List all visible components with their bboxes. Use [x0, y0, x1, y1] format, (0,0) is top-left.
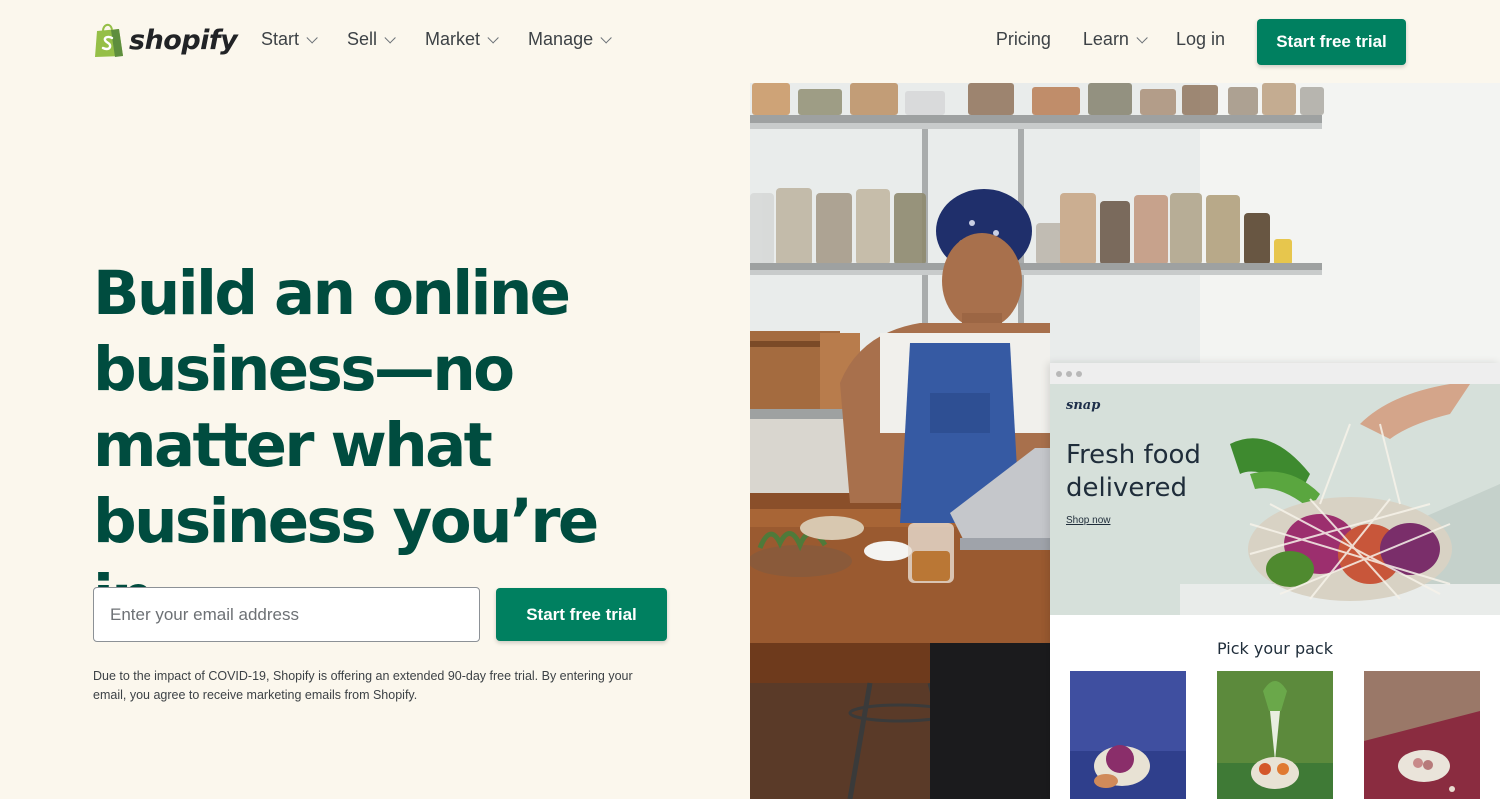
- browser-bar: [1050, 363, 1500, 384]
- headline-line-3: matter what: [93, 410, 493, 481]
- banner-heading: Fresh food delivered: [1066, 439, 1201, 505]
- window-dot-icon: [1076, 370, 1082, 377]
- nav-learn-label: Learn: [1082, 29, 1129, 49]
- logo-wordmark: shopify: [129, 24, 238, 56]
- nav-start-label: Start: [261, 29, 300, 49]
- store-preview-window: snap Fresh food delivered Shop now Pick …: [1050, 363, 1500, 799]
- chevron-down-icon: [600, 31, 612, 44]
- chevron-down-icon: [1136, 31, 1148, 44]
- chevron-down-icon: [306, 31, 318, 44]
- nav-sell[interactable]: Sell: [347, 29, 396, 50]
- shopify-logo[interactable]: shopify: [93, 22, 238, 58]
- covid-disclaimer: Due to the impact of COVID-19, Shopify i…: [93, 669, 633, 702]
- nav-login[interactable]: Log in: [1176, 29, 1225, 50]
- start-free-trial-hero-button[interactable]: Start free trial: [496, 588, 667, 641]
- window-dot-icon: [1066, 370, 1072, 377]
- banner-heading-line-2: delivered: [1066, 473, 1187, 503]
- secondary-menu: Pricing Learn Log in: [996, 29, 1225, 50]
- store-brand-logo: snap: [1066, 398, 1101, 413]
- nav-sell-label: Sell: [347, 29, 378, 49]
- shopify-bag-icon: [93, 22, 125, 58]
- nav-market[interactable]: Market: [425, 29, 499, 50]
- email-input[interactable]: [93, 587, 480, 642]
- nav-manage-label: Manage: [528, 29, 594, 49]
- nav-start[interactable]: Start: [261, 29, 318, 50]
- banner-heading-line-1: Fresh food: [1066, 440, 1201, 470]
- pack-card[interactable]: [1364, 671, 1480, 799]
- pack-card[interactable]: [1217, 671, 1333, 799]
- chevron-down-icon: [487, 31, 499, 44]
- primary-menu: Start Sell Market Manage: [261, 29, 612, 50]
- chevron-down-icon: [384, 31, 396, 44]
- nav-manage[interactable]: Manage: [528, 29, 612, 50]
- pack-card[interactable]: [1070, 671, 1186, 799]
- window-dot-icon: [1056, 370, 1062, 377]
- top-navigation: shopify Start Sell Market Manage Pricing…: [0, 0, 1500, 83]
- headline-line-2: business—no: [93, 334, 515, 405]
- pick-your-pack-title: Pick your pack: [1217, 639, 1333, 658]
- nav-market-label: Market: [425, 29, 481, 49]
- start-free-trial-nav-button[interactable]: Start free trial: [1257, 19, 1406, 65]
- headline-line-1: Build an online: [93, 258, 571, 329]
- store-banner: snap Fresh food delivered Shop now: [1050, 384, 1500, 615]
- nav-pricing[interactable]: Pricing: [996, 29, 1051, 50]
- nav-learn[interactable]: Learn: [1082, 29, 1148, 50]
- hero-headline: Build an online business—no matter what …: [93, 256, 653, 636]
- shop-now-link[interactable]: Shop now: [1066, 515, 1110, 526]
